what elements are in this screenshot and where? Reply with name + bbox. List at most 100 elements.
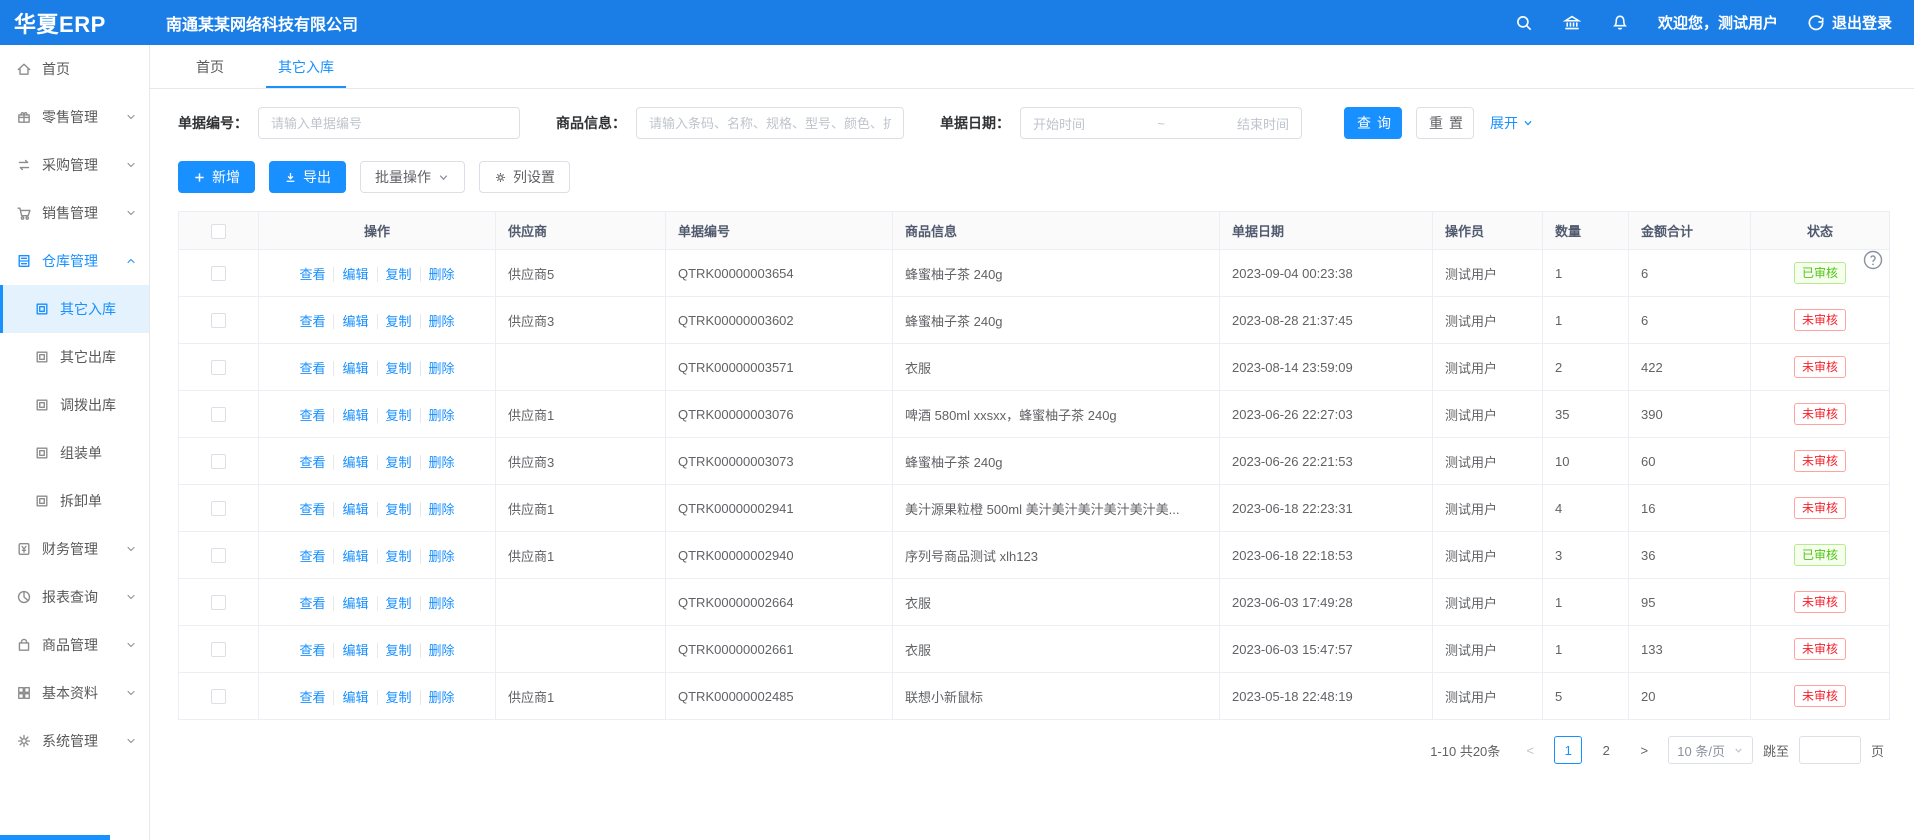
- search-icon[interactable]: [1514, 13, 1534, 33]
- expand-link[interactable]: 展开: [1490, 113, 1534, 133]
- action-edit-link[interactable]: 编辑: [333, 596, 376, 611]
- page-2-button[interactable]: 2: [1592, 736, 1620, 764]
- action-view-link[interactable]: 查看: [291, 502, 333, 517]
- action-copy-link[interactable]: 复制: [377, 267, 420, 282]
- action-view-link[interactable]: 查看: [291, 690, 333, 705]
- bill-no-input[interactable]: [271, 116, 507, 131]
- action-edit-link[interactable]: 编辑: [333, 643, 376, 658]
- sidebar-item[interactable]: 其它出库: [0, 333, 149, 381]
- supplier-cell: [496, 626, 666, 673]
- action-view-link[interactable]: 查看: [291, 596, 333, 611]
- sidebar-item[interactable]: 系统管理: [0, 717, 149, 765]
- action-copy-link[interactable]: 复制: [377, 408, 420, 423]
- action-copy-link[interactable]: 复制: [377, 455, 420, 470]
- date-cell: 2023-06-18 22:18:53: [1220, 532, 1433, 579]
- column-settings-button[interactable]: 列设置: [479, 161, 570, 193]
- logout-button[interactable]: 退出登录: [1806, 12, 1892, 33]
- row-checkbox[interactable]: [211, 595, 226, 610]
- action-view-link[interactable]: 查看: [291, 408, 333, 423]
- goods-cell: 序列号商品测试 xlh123: [893, 532, 1220, 579]
- action-delete-link[interactable]: 删除: [420, 502, 463, 517]
- row-checkbox[interactable]: [211, 642, 226, 657]
- row-checkbox[interactable]: [211, 313, 226, 328]
- action-edit-link[interactable]: 编辑: [333, 502, 376, 517]
- sidebar-menu: 首页 零售管理 采购管理 销售管理 仓库管理 其它入库 其它出库: [0, 45, 149, 765]
- bell-icon[interactable]: [1610, 13, 1630, 33]
- date-range-input[interactable]: 开始时间 ~ 结束时间: [1020, 107, 1302, 139]
- goods-cell: 衣服: [893, 344, 1220, 391]
- action-copy-link[interactable]: 复制: [377, 361, 420, 376]
- action-copy-link[interactable]: 复制: [377, 314, 420, 329]
- bank-icon[interactable]: [1562, 13, 1582, 33]
- action-copy-link[interactable]: 复制: [377, 502, 420, 517]
- action-copy-link[interactable]: 复制: [377, 690, 420, 705]
- row-checkbox[interactable]: [211, 266, 226, 281]
- action-edit-link[interactable]: 编辑: [333, 549, 376, 564]
- status-badge: 未审核: [1794, 685, 1846, 707]
- help-icon[interactable]: [1862, 249, 1884, 271]
- purchase-icon: [16, 157, 32, 173]
- action-copy-link[interactable]: 复制: [377, 549, 420, 564]
- action-edit-link[interactable]: 编辑: [333, 690, 376, 705]
- jump-page-input[interactable]: [1799, 736, 1861, 764]
- select-all-checkbox[interactable]: [211, 224, 226, 239]
- action-delete-link[interactable]: 删除: [420, 596, 463, 611]
- page-1-button[interactable]: 1: [1554, 736, 1582, 764]
- batch-actions-button[interactable]: 批量操作: [360, 161, 465, 193]
- export-button[interactable]: 导出: [269, 161, 346, 193]
- sidebar-item[interactable]: 财务管理: [0, 525, 149, 573]
- sidebar-item[interactable]: 基本资料: [0, 669, 149, 717]
- sidebar-item[interactable]: 其它入库: [0, 285, 149, 333]
- search-button[interactable]: 查询: [1344, 107, 1402, 139]
- action-delete-link[interactable]: 删除: [420, 455, 463, 470]
- tab-home[interactable]: 首页: [178, 45, 242, 88]
- row-checkbox[interactable]: [211, 454, 226, 469]
- action-view-link[interactable]: 查看: [291, 314, 333, 329]
- action-edit-link[interactable]: 编辑: [333, 267, 376, 282]
- action-view-link[interactable]: 查看: [291, 267, 333, 282]
- goods-info-input[interactable]: [649, 116, 891, 131]
- action-edit-link[interactable]: 编辑: [333, 408, 376, 423]
- page-size-select[interactable]: 10 条/页: [1668, 736, 1753, 764]
- action-edit-link[interactable]: 编辑: [333, 361, 376, 376]
- action-delete-link[interactable]: 删除: [420, 643, 463, 658]
- action-delete-link[interactable]: 删除: [420, 549, 463, 564]
- row-checkbox[interactable]: [211, 407, 226, 422]
- action-view-link[interactable]: 查看: [291, 549, 333, 564]
- prev-page-button[interactable]: <: [1516, 736, 1544, 764]
- action-delete-link[interactable]: 删除: [420, 408, 463, 423]
- sidebar-item[interactable]: 零售管理: [0, 93, 149, 141]
- sidebar-item[interactable]: 销售管理: [0, 189, 149, 237]
- bill-no-cell: QTRK00000002941: [666, 485, 893, 532]
- sidebar-item[interactable]: 仓库管理: [0, 237, 149, 285]
- action-edit-link[interactable]: 编辑: [333, 314, 376, 329]
- action-delete-link[interactable]: 删除: [420, 361, 463, 376]
- action-copy-link[interactable]: 复制: [377, 596, 420, 611]
- add-button[interactable]: 新增: [178, 161, 255, 193]
- action-view-link[interactable]: 查看: [291, 361, 333, 376]
- row-checkbox[interactable]: [211, 360, 226, 375]
- qty-cell: 1: [1543, 626, 1629, 673]
- sidebar-item[interactable]: 商品管理: [0, 621, 149, 669]
- sidebar-item[interactable]: 组装单: [0, 429, 149, 477]
- sidebar-item[interactable]: 首页: [0, 45, 149, 93]
- row-checkbox[interactable]: [211, 501, 226, 516]
- row-checkbox[interactable]: [211, 548, 226, 563]
- action-copy-link[interactable]: 复制: [377, 643, 420, 658]
- sidebar-item[interactable]: 拆卸单: [0, 477, 149, 525]
- action-delete-link[interactable]: 删除: [420, 267, 463, 282]
- sidebar-item[interactable]: 报表查询: [0, 573, 149, 621]
- tab-other-inbound[interactable]: 其它入库: [260, 45, 352, 88]
- action-edit-link[interactable]: 编辑: [333, 455, 376, 470]
- action-delete-link[interactable]: 删除: [420, 690, 463, 705]
- reset-button[interactable]: 重置: [1416, 107, 1474, 139]
- col-date: 单据日期: [1220, 212, 1433, 250]
- sidebar-item[interactable]: 调拨出库: [0, 381, 149, 429]
- sidebar-item[interactable]: 采购管理: [0, 141, 149, 189]
- operator-cell: 测试用户: [1433, 438, 1543, 485]
- action-delete-link[interactable]: 删除: [420, 314, 463, 329]
- row-checkbox[interactable]: [211, 689, 226, 704]
- next-page-button[interactable]: >: [1630, 736, 1658, 764]
- action-view-link[interactable]: 查看: [291, 643, 333, 658]
- action-view-link[interactable]: 查看: [291, 455, 333, 470]
